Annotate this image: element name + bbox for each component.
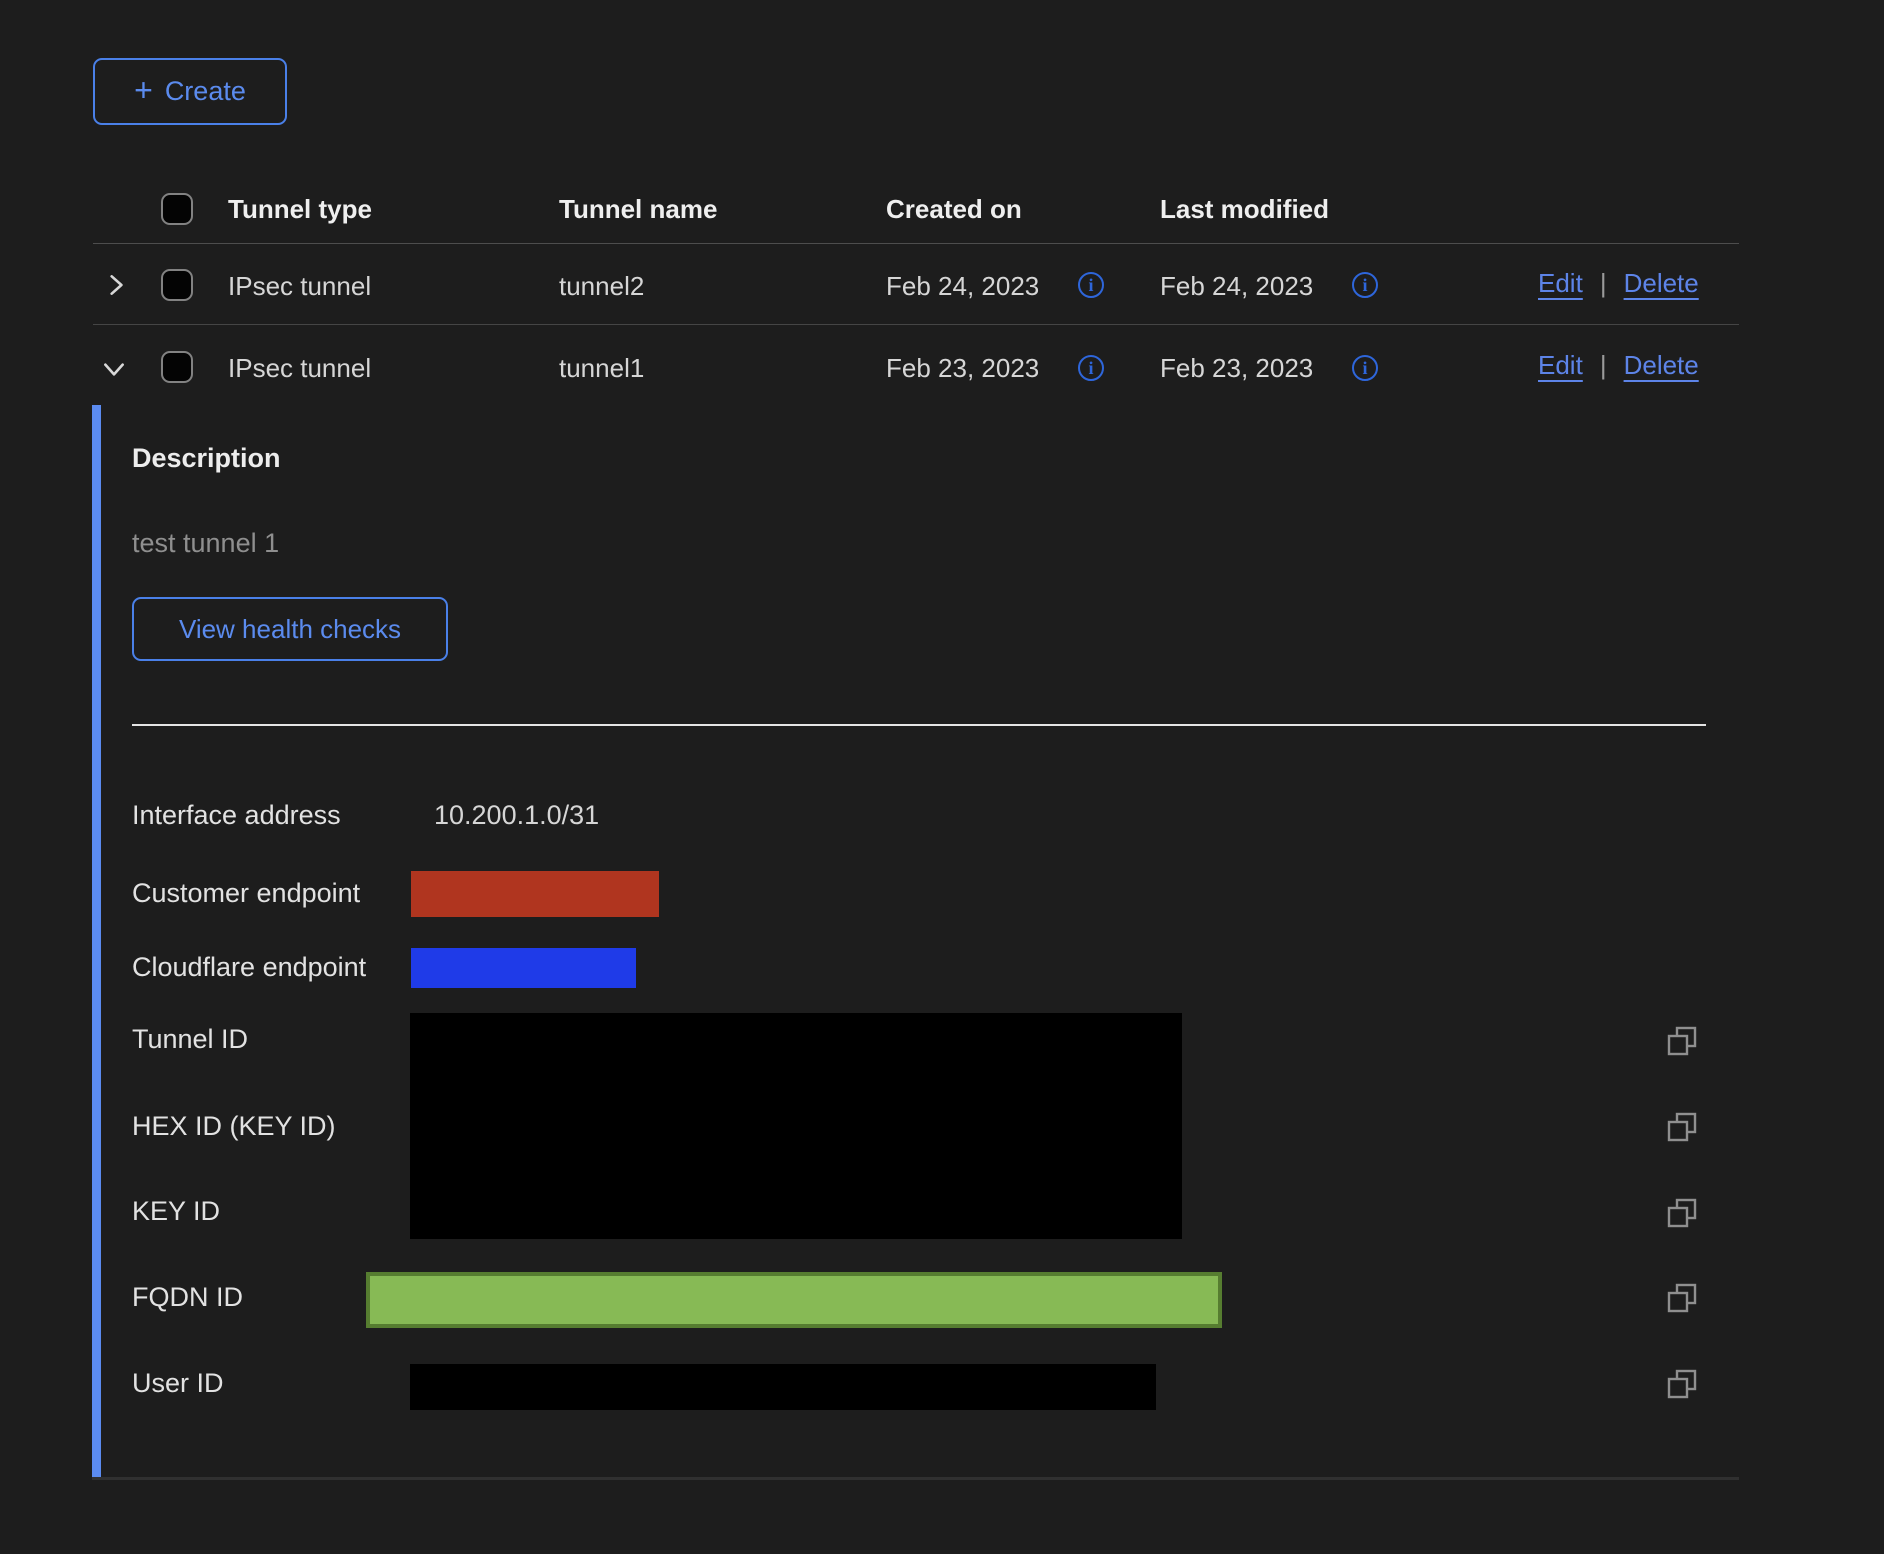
hex-id-label: HEX ID (KEY ID)	[132, 1111, 336, 1142]
row-checkbox[interactable]	[161, 269, 193, 301]
created-on-cell: Feb 24, 2023	[886, 271, 1039, 302]
delete-link[interactable]: Delete	[1624, 350, 1699, 381]
chevron-right-icon[interactable]	[103, 272, 129, 298]
last-modified-cell: Feb 24, 2023	[1160, 271, 1313, 302]
cloudflare-endpoint-redaction	[411, 948, 636, 988]
column-header-tunnel-name: Tunnel name	[559, 194, 717, 225]
tunnel-name-cell: tunnel2	[559, 271, 644, 302]
chevron-down-icon[interactable]	[101, 356, 127, 382]
info-icon[interactable]: i	[1078, 272, 1104, 298]
description-value: test tunnel 1	[132, 528, 279, 559]
column-header-last-modified: Last modified	[1160, 194, 1329, 225]
delete-link[interactable]: Delete	[1624, 268, 1699, 299]
expanded-row-bottom-divider	[92, 1477, 1739, 1480]
customer-endpoint-redaction	[411, 871, 659, 917]
last-modified-cell: Feb 23, 2023	[1160, 353, 1313, 384]
edit-link[interactable]: Edit	[1538, 268, 1583, 299]
cloudflare-endpoint-label: Cloudflare endpoint	[132, 952, 366, 983]
copy-icon[interactable]	[1666, 1111, 1698, 1143]
description-label: Description	[132, 443, 281, 474]
column-header-tunnel-type: Tunnel type	[228, 194, 372, 225]
key-id-label: KEY ID	[132, 1196, 220, 1227]
expanded-row-accent-bar	[92, 405, 101, 1478]
create-button[interactable]: + Create	[93, 58, 287, 125]
view-health-checks-label: View health checks	[179, 614, 401, 645]
created-on-cell: Feb 23, 2023	[886, 353, 1039, 384]
tunnel-id-redaction	[410, 1013, 1182, 1239]
copy-icon[interactable]	[1666, 1197, 1698, 1229]
tunnels-page: + Create Tunnel type Tunnel name Created…	[0, 0, 1884, 1554]
tunnel-type-cell: IPsec tunnel	[228, 353, 371, 384]
interface-address-label: Interface address	[132, 800, 341, 831]
plus-icon: +	[134, 74, 153, 106]
fqdn-id-label: FQDN ID	[132, 1282, 243, 1313]
tunnel-name-cell: tunnel1	[559, 353, 644, 384]
view-health-checks-button[interactable]: View health checks	[132, 597, 448, 661]
actions-separator: |	[1600, 350, 1607, 381]
copy-icon[interactable]	[1666, 1025, 1698, 1057]
row-divider	[93, 324, 1739, 325]
detail-divider	[132, 724, 1706, 726]
interface-address-value: 10.200.1.0/31	[434, 800, 599, 831]
user-id-label: User ID	[132, 1368, 224, 1399]
tunnel-id-label: Tunnel ID	[132, 1024, 248, 1055]
column-header-created-on: Created on	[886, 194, 1022, 225]
info-icon[interactable]: i	[1352, 355, 1378, 381]
customer-endpoint-label: Customer endpoint	[132, 878, 360, 909]
actions-separator: |	[1600, 268, 1607, 299]
header-divider	[93, 243, 1739, 244]
copy-icon[interactable]	[1666, 1368, 1698, 1400]
info-icon[interactable]: i	[1352, 272, 1378, 298]
create-button-label: Create	[165, 76, 246, 107]
edit-link[interactable]: Edit	[1538, 350, 1583, 381]
tunnel-type-cell: IPsec tunnel	[228, 271, 371, 302]
copy-icon[interactable]	[1666, 1282, 1698, 1314]
select-all-checkbox[interactable]	[161, 193, 193, 225]
fqdn-id-redaction	[366, 1272, 1222, 1328]
user-id-redaction	[410, 1364, 1156, 1410]
info-icon[interactable]: i	[1078, 355, 1104, 381]
row-checkbox[interactable]	[161, 351, 193, 383]
